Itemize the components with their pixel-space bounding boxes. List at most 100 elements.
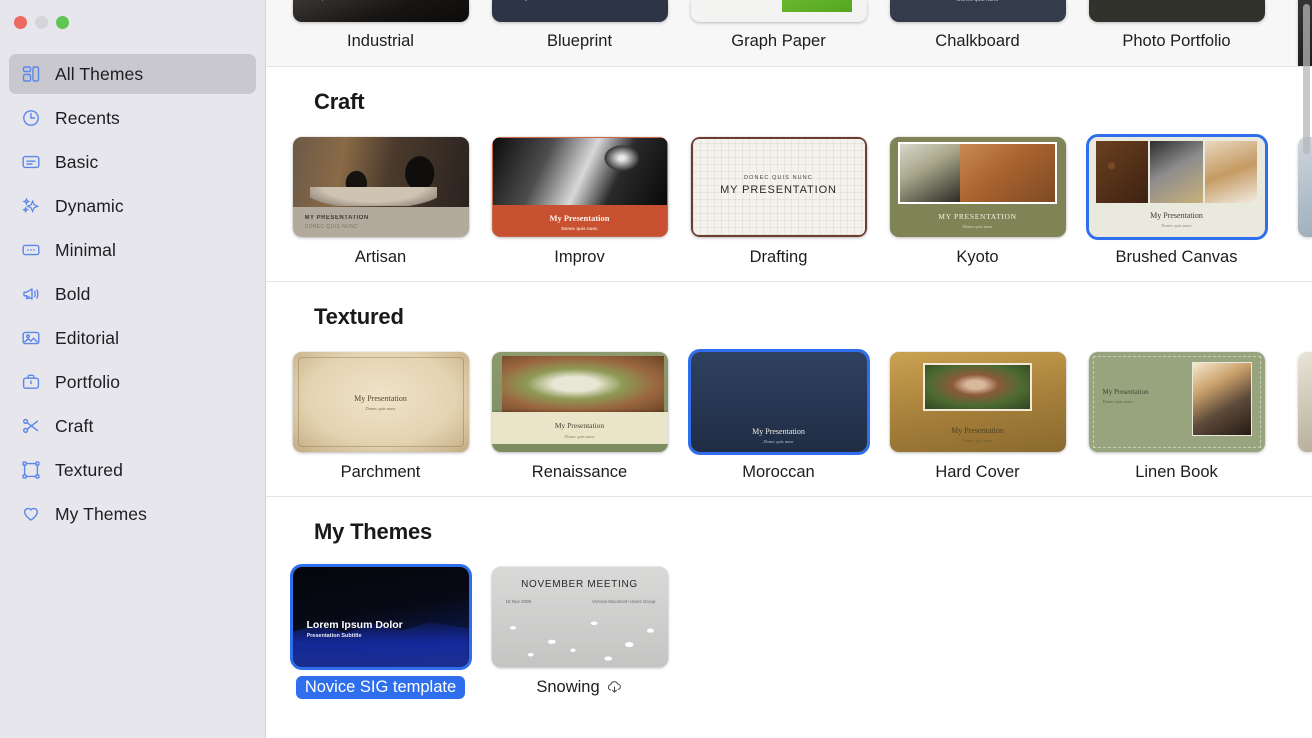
theme-thumbnail-partial[interactable] (1298, 352, 1312, 452)
theme-art (292, 567, 469, 667)
theme-thumbnail[interactable]: My Presentation Donec quis nunc (889, 0, 1066, 22)
theme-label: Moroccan (742, 463, 815, 481)
theme-thumbnail[interactable]: DONEC QUIS NUNC MY PRESENTATION (690, 137, 867, 237)
theme-label: Linen Book (1135, 463, 1218, 481)
basic-card-icon (20, 151, 42, 173)
sidebar-item-bold[interactable]: Bold (9, 274, 256, 314)
sidebar-item-minimal[interactable]: Minimal (9, 230, 256, 270)
theme-thumbnail[interactable]: My Presentation Donec quis nunc (1088, 352, 1265, 452)
sidebar-item-label: Editorial (55, 327, 120, 348)
theme-art (491, 0, 668, 22)
sidebar-item-my-themes[interactable]: My Themes (9, 494, 256, 534)
theme-cell[interactable]: MY PRESENTATION DONEC QUIS NUNC Artisan (281, 137, 480, 267)
theme-thumbnail[interactable]: MY PRESENTATION Donec quis nunc (889, 137, 1066, 237)
sidebar-item-label: My Themes (55, 503, 147, 524)
sidebar-item-label: Bold (55, 283, 91, 304)
theme-label: Chalkboard (935, 32, 1020, 50)
theme-art (690, 352, 867, 452)
heart-icon (20, 503, 42, 525)
theme-thumbnail[interactable]: NOVEMBER MEETING 18 Nov 2009 Victoria Ma… (491, 567, 668, 667)
theme-cell[interactable]: My Presentation Donec quis nunc Linen Bo… (1077, 352, 1276, 482)
close-button[interactable] (14, 16, 27, 29)
theme-cell[interactable]: My Presentation Donec quis nunc Renaissa… (480, 352, 679, 482)
theme-cell[interactable]: Lorem Ipsum Dolor Presentation Subtitle … (281, 567, 480, 699)
theme-cell[interactable]: My Presentation Donec quis nunc Chalkboa… (878, 0, 1077, 52)
theme-art (889, 0, 1066, 22)
theme-thumbnail[interactable]: My Presentation Donec quis nunc (1088, 137, 1265, 237)
scissors-icon (20, 415, 42, 437)
photo-icon (20, 327, 42, 349)
theme-thumbnail[interactable]: Lorem Ipsum Dolor Presentation Subtitle (292, 567, 469, 667)
theme-art (690, 0, 867, 22)
sidebar-item-basic[interactable]: Basic (9, 142, 256, 182)
sidebar-item-label: Textured (55, 459, 123, 480)
theme-label: Improv (554, 248, 605, 266)
briefcase-icon (20, 371, 42, 393)
sidebar-item-editorial[interactable]: Editorial (9, 318, 256, 358)
sidebar-item-dynamic[interactable]: Dynamic (9, 186, 256, 226)
theme-cell[interactable]: My Presentation Donec quis nunc Moroccan (679, 352, 878, 482)
minimal-dots-icon (20, 239, 42, 261)
theme-grid: Lorem Ipsum Dolor Presentation Subtitle … (266, 545, 1312, 713)
minimize-button[interactable] (35, 16, 48, 29)
vertical-scrollbar[interactable] (1303, 4, 1310, 154)
theme-cell[interactable]: My Presentation Donec quis nunc Hard Cov… (878, 352, 1077, 482)
theme-art (889, 137, 1066, 237)
theme-gallery: My Presentation Donec quis nunc Industri… (266, 0, 1312, 738)
theme-thumbnail[interactable]: My Presentation Donec quis nunc (292, 0, 469, 22)
theme-cell[interactable]: My Presentation Donec quis nunc Industri… (281, 0, 480, 52)
theme-cell[interactable]: My Presentation Donec quis nunc Brushed … (1077, 137, 1276, 267)
theme-art (292, 352, 469, 452)
sidebar-item-textured[interactable]: Textured (9, 450, 256, 490)
theme-cell[interactable]: My Presentation Donec quis nunc Parchmen… (281, 352, 480, 482)
sidebar-item-recents[interactable]: Recents (9, 98, 256, 138)
icloud-download-icon[interactable] (606, 680, 623, 695)
theme-section-textured: Textured My Presentation Donec quis nunc… (266, 282, 1312, 496)
theme-art (1088, 137, 1265, 237)
section-heading: Craft (314, 89, 365, 114)
theme-art (491, 137, 668, 237)
theme-cell[interactable]: My Presentation Donec quis nunc Improv (480, 137, 679, 267)
sidebar-item-craft[interactable]: Craft (9, 406, 256, 446)
theme-cell[interactable]: Graph Paper (679, 0, 878, 52)
zoom-button[interactable] (56, 16, 69, 29)
sidebar-item-label: Portfolio (55, 371, 121, 392)
theme-thumbnail[interactable]: My Presentation Donec quis nunc (292, 352, 469, 452)
theme-thumbnail[interactable]: My Presentation Donec quis nunc (491, 137, 668, 237)
theme-thumbnail[interactable]: My Presentation Donec quis nunc (889, 352, 1066, 452)
sidebar-item-portfolio[interactable]: Portfolio (9, 362, 256, 402)
theme-cell[interactable]: DONEC QUIS NUNC MY PRESENTATION Drafting (679, 137, 878, 267)
theme-art (690, 137, 867, 237)
sidebar-item-label: Minimal (55, 239, 116, 260)
sparkles-icon (20, 195, 42, 217)
sidebar-nav: All Themes Recents Basic Dynamic Minimal… (0, 54, 265, 538)
theme-grid: My Presentation Donec quis nunc Parchmen… (266, 330, 1312, 496)
sidebar: All Themes Recents Basic Dynamic Minimal… (0, 0, 266, 738)
sidebar-item-label: Dynamic (55, 195, 124, 216)
sidebar-item-label: All Themes (55, 63, 144, 84)
theme-art (1088, 0, 1265, 22)
theme-cell[interactable]: MY PRESENTATION Donec quis nunc Photo Po… (1077, 0, 1276, 52)
theme-label: Photo Portfolio (1122, 32, 1231, 50)
theme-cell[interactable]: NOVEMBER MEETING 18 Nov 2009 Victoria Ma… (480, 567, 679, 699)
theme-art (491, 567, 668, 667)
theme-thumbnail[interactable]: My Presentation Donec quis nunc (491, 352, 668, 452)
clock-icon (20, 107, 42, 129)
theme-art (1088, 352, 1265, 452)
theme-thumbnail[interactable]: MY PRESENTATION DONEC QUIS NUNC (292, 137, 469, 237)
gallery-scroll-area[interactable]: My Presentation Donec quis nunc Industri… (266, 0, 1312, 738)
theme-art (491, 352, 668, 452)
theme-art (889, 352, 1066, 452)
theme-label: Artisan (354, 248, 407, 266)
themes-chooser-window: All Themes Recents Basic Dynamic Minimal… (0, 0, 1312, 738)
all-themes-icon (20, 63, 42, 85)
theme-thumbnail[interactable]: MY PRESENTATION Donec quis nunc (1088, 0, 1265, 22)
theme-thumbnail[interactable] (690, 0, 867, 22)
theme-cell[interactable]: MY PRESENTATION Donec quis nunc Kyoto (878, 137, 1077, 267)
sidebar-item-all-themes[interactable]: All Themes (9, 54, 256, 94)
crop-frame-icon (20, 459, 42, 481)
theme-cell[interactable]: MY PRESENTATION DONEC QUIS NUNC Blueprin… (480, 0, 679, 52)
theme-label: Snowing (536, 678, 600, 696)
theme-thumbnail[interactable]: MY PRESENTATION DONEC QUIS NUNC (491, 0, 668, 22)
theme-thumbnail[interactable]: My Presentation Donec quis nunc (690, 352, 867, 452)
